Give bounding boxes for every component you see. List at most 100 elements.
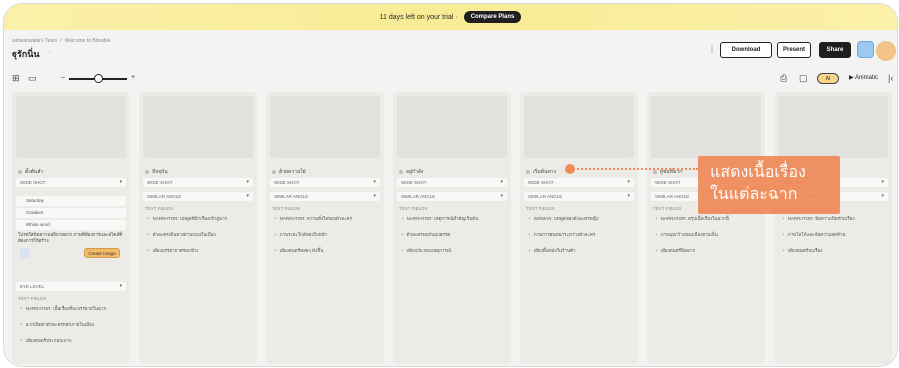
- help-icon[interactable]: [857, 41, 874, 58]
- shot-select[interactable]: WIDE SHOT ▾: [397, 178, 507, 187]
- angle-select[interactable]: SIMILAR ANGLE ▾: [524, 192, 634, 201]
- list-view-icon[interactable]: ▭: [28, 73, 37, 84]
- scene-thumbnail[interactable]: [651, 96, 761, 158]
- list-item[interactable]: + เสียงประกอบเหตุการณ์: [401, 248, 505, 254]
- export-icon[interactable]: ⎙: [780, 73, 787, 84]
- top-bar: sutiwanwalai's Team / Welcome to Biteabl…: [4, 30, 897, 68]
- scene-card[interactable]: ตั้งต้นสำ WIDE SHOT ▾ Saturday Gradient W…: [12, 92, 130, 364]
- chevron-down-icon: ▾: [500, 179, 503, 185]
- scene-card[interactable]: เริ่มต้นทาง WIDE SHOT ▾ SIMILAR ANGLE ▾ TE…: [520, 92, 638, 364]
- list-item[interactable]: + ตัวละครพบกับอุปสรรค: [401, 232, 505, 238]
- editor-mode-select[interactable]: Whole word: [16, 220, 126, 230]
- scene-dot-icon: [526, 170, 530, 174]
- scene-thumbnail[interactable]: [397, 96, 507, 158]
- list-item[interactable]: + NARRATOR: เนื้อเรื่องที่จะบรรยายในฉาก: [20, 306, 124, 312]
- trial-banner: 11 days left on your trial · Compare Pla…: [4, 4, 897, 30]
- scene-thumbnail[interactable]: [143, 96, 253, 158]
- image-prompt-text[interactable]: โปรดใส่ข้อความอธิบายฉาก ภาพที่ต้องการและ…: [18, 232, 124, 244]
- grid-view-icon[interactable]: ⊞: [12, 73, 20, 84]
- list-item[interactable]: + ภาพมุมกว้างของเมืองยามเย็น: [655, 232, 759, 238]
- list-item[interactable]: + WOMAN: บทพูดของตัวละครหญิง: [528, 216, 632, 222]
- share-button[interactable]: Share: [819, 42, 851, 58]
- scene-card[interactable]: ด้วยความใฝ่ WIDE SHOT ▾ SIMILAR ANGLE ▾ TE…: [266, 92, 384, 364]
- scene-card[interactable]: ปิดท้าย WIDE SHOT▾ SIMILAR ANGLE▾ TEXT F…: [774, 92, 892, 364]
- list-item[interactable]: + ภาพการสนทนาระหว่างตัวละคร: [528, 232, 632, 238]
- angle-select[interactable]: SIMILAR ANGLE ▾: [397, 192, 507, 201]
- scene-title: อยู่กำลัง: [399, 168, 423, 176]
- scene-title-text[interactable]: เริ่มต้นทาง: [533, 168, 556, 176]
- list-item[interactable]: + เสียงดนตรีค่อยๆ ดังขึ้น: [274, 248, 378, 254]
- animatic-button[interactable]: ▶ Animatic: [849, 74, 878, 81]
- scene-title-text[interactable]: ด้วยความใฝ่: [279, 168, 306, 176]
- breadcrumb: sutiwanwalai's Team / Welcome to Biteabl…: [12, 38, 110, 44]
- shot-value: WIDE SHOT: [401, 180, 427, 185]
- chevron-down-icon: ▾: [119, 283, 122, 289]
- shot-select[interactable]: WIDE SHOT ▾: [270, 178, 380, 187]
- shot-value: WIDE SHOT: [528, 180, 554, 185]
- list-item[interactable]: + เสียงดนตรีจบเรื่อง: [782, 248, 886, 254]
- scene-card[interactable]: อยู่กำลัง WIDE SHOT ▾ SIMILAR ANGLE ▾ TEXT…: [393, 92, 511, 364]
- shot-select[interactable]: WIDE SHOT ▾: [143, 178, 253, 187]
- list-item[interactable]: + ภาพโลโก้และข้อความสุดท้าย: [782, 232, 886, 238]
- list-item[interactable]: + ภาพระยะใกล้ของใบหน้า: [274, 232, 378, 238]
- shot-value: WIDE SHOT: [274, 180, 300, 185]
- list-item[interactable]: + เสียงพื้นหลังในร้านค้า: [528, 248, 632, 254]
- editor-color-select[interactable]: Gradient: [16, 208, 126, 218]
- collapse-icon[interactable]: |‹: [888, 73, 893, 83]
- list-item[interactable]: + NARRATOR: ความตั้งใจของตัวละคร: [274, 216, 378, 222]
- list-item[interactable]: + NARRATOR: เหตุการณ์สำคัญเริ่มต้น: [401, 216, 505, 222]
- scene-thumbnail[interactable]: [270, 96, 380, 158]
- scene-thumbnail[interactable]: [16, 96, 126, 158]
- list-item[interactable]: + เสียงดนตรีประกอบเบาๆ: [20, 338, 124, 344]
- section-label: TEXT FIELDS: [145, 206, 174, 211]
- page-title[interactable]: ฐุรักนิ่น: [12, 47, 40, 61]
- list-item[interactable]: + NARRATOR: บทพูดที่นำเรื่องเข้าสู่ฉาก: [147, 216, 251, 222]
- angle-select[interactable]: SIMILAR ANGLE ▾: [143, 192, 253, 201]
- scene-thumbnail[interactable]: [778, 96, 888, 158]
- zoom-slider-handle[interactable]: [94, 74, 103, 83]
- avatar[interactable]: [876, 41, 896, 61]
- zoom-out-icon[interactable]: –: [61, 74, 65, 81]
- scene-title-text[interactable]: ปัจจุบัน: [152, 168, 168, 176]
- scene-title-text[interactable]: อยู่กำลัง: [406, 168, 423, 176]
- breadcrumb-project[interactable]: Welcome to Biteable: [65, 38, 111, 44]
- section-label: TEXT FIELDS: [18, 296, 47, 301]
- list-item[interactable]: + ตัวละครเดินทางผ่านถนนในเมือง: [147, 232, 251, 238]
- scene-card[interactable]: ผู้ชมที่ฉาก WIDE SHOT▾ SIMILAR ANGLE▾ TE…: [647, 92, 765, 364]
- section-label: TEXT FIELDS: [526, 206, 555, 211]
- angle-value: SIMILAR ANGLE: [401, 194, 436, 199]
- compare-plans-button[interactable]: Compare Plans: [463, 11, 522, 23]
- list-item[interactable]: + เสียงดนตรีปิดฉาก: [655, 248, 759, 254]
- ai-toggle[interactable]: AI: [817, 73, 839, 84]
- scene-dot-icon: [399, 170, 403, 174]
- more-icon[interactable]: ⋮: [708, 45, 716, 54]
- editor-font-select[interactable]: Saturday: [16, 196, 126, 206]
- title-meta: ·↑: [47, 49, 52, 55]
- scene-card[interactable]: ปัจจุบัน WIDE SHOT ▾ SIMILAR ANGLE ▾ TEXT …: [139, 92, 257, 364]
- chevron-down-icon: ▾: [881, 193, 884, 199]
- scene-title: ปัจจุบัน: [145, 168, 168, 176]
- list-item[interactable]: + เสียงบรรยากาศรอบข้าง: [147, 248, 251, 254]
- chevron-down-icon: ▾: [119, 179, 122, 185]
- scene-title-text[interactable]: ตั้งต้นสำ: [25, 168, 43, 176]
- angle-select[interactable]: EYE LEVEL ▾: [16, 282, 126, 291]
- list-item[interactable]: + ฉากเปิดตัวตัวละครหลักภายในเมือง: [20, 322, 124, 328]
- shot-select[interactable]: WIDE SHOT ▾: [524, 178, 634, 187]
- layout-icon[interactable]: ▢: [799, 73, 808, 84]
- present-button[interactable]: Present: [777, 42, 811, 58]
- list-item[interactable]: + NARRATOR: ข้อความปิดท้ายเรื่อง: [782, 216, 886, 222]
- download-button[interactable]: Download: [720, 42, 772, 58]
- breadcrumb-sep: /: [60, 38, 62, 44]
- shot-value: WIDE SHOT: [655, 180, 681, 185]
- list-item[interactable]: + NARRATOR: สรุปเนื้อเรื่องในฉากนี้: [655, 216, 759, 222]
- shot-select[interactable]: WIDE SHOT ▾: [16, 178, 126, 187]
- breadcrumb-team[interactable]: sutiwanwalai's Team: [12, 38, 57, 44]
- image-icon[interactable]: [20, 248, 30, 258]
- zoom-in-icon[interactable]: +: [131, 74, 135, 81]
- scene-title: ด้วยความใฝ่: [272, 168, 306, 176]
- angle-select[interactable]: SIMILAR ANGLE ▾: [270, 192, 380, 201]
- angle-value: EYE LEVEL: [20, 284, 45, 289]
- create-image-button[interactable]: Create Image: [84, 248, 120, 258]
- chevron-down-icon: ▾: [627, 179, 630, 185]
- scene-thumbnail[interactable]: [524, 96, 634, 158]
